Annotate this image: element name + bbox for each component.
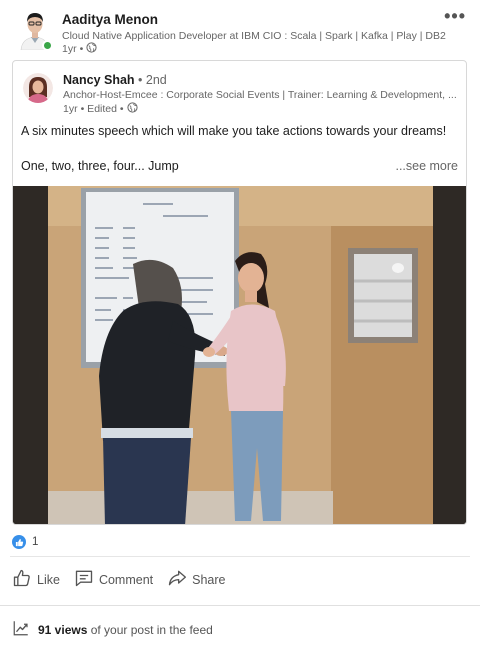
share-button[interactable]: Share <box>167 568 225 591</box>
comment-button[interactable]: Comment <box>74 568 153 591</box>
globe-icon <box>126 102 138 116</box>
shared-author-headline: Anchor-Host-Emcee : Corporate Social Eve… <box>63 89 457 101</box>
divider <box>10 556 470 557</box>
like-button[interactable]: Like <box>12 568 60 591</box>
edited-label: • Edited • <box>80 103 124 115</box>
views-suffix: of your post in the feed <box>90 622 213 637</box>
like-reaction-icon <box>12 535 26 549</box>
views-text: 91 views of your post in the feed <box>38 623 213 637</box>
views-count: 91 views <box>38 622 88 637</box>
post-text-line-1: A six minutes speech which will make you… <box>21 124 447 138</box>
post-header: Aaditya Menon Cloud Native Application D… <box>0 0 480 60</box>
online-status-indicator <box>42 40 53 51</box>
reactions-summary[interactable]: 1 <box>12 535 38 549</box>
author-headline: Cloud Native Application Developer at IB… <box>62 30 446 42</box>
trend-chart-icon <box>12 619 30 640</box>
shared-author-name[interactable]: Nancy Shah • 2nd <box>63 73 167 87</box>
globe-icon <box>86 42 97 56</box>
post-text-line-2: One, two, three, four... Jump <box>21 159 179 173</box>
meta-separator: • <box>79 43 84 55</box>
share-label: Share <box>192 572 226 587</box>
post-time: 1yr <box>62 43 77 55</box>
shared-author-name-text[interactable]: Nancy Shah <box>63 73 135 87</box>
shared-post-card[interactable]: Nancy Shah • 2nd Anchor-Host-Emcee : Cor… <box>12 60 467 525</box>
shared-post-meta: 1yr • Edited • <box>63 102 138 116</box>
shared-author-avatar[interactable] <box>23 73 53 103</box>
social-action-bar: Like Comment Share <box>12 568 225 591</box>
post-meta: 1yr • <box>62 42 97 56</box>
more-options-button[interactable]: ••• <box>444 6 466 27</box>
like-label: Like <box>37 572 60 587</box>
reaction-count[interactable]: 1 <box>32 536 38 548</box>
comment-label: Comment <box>98 572 154 587</box>
shared-post-time: 1yr <box>63 103 78 115</box>
post-video[interactable] <box>13 186 466 524</box>
connection-degree: • 2nd <box>138 73 167 87</box>
thumbs-up-icon <box>12 568 32 591</box>
divider <box>0 605 480 606</box>
share-arrow-icon <box>167 568 187 591</box>
author-name[interactable]: Aaditya Menon <box>62 12 158 27</box>
see-more-link[interactable]: ...see more <box>395 159 458 173</box>
post-analytics[interactable]: 91 views of your post in the feed <box>12 619 213 640</box>
comment-icon <box>74 568 94 591</box>
